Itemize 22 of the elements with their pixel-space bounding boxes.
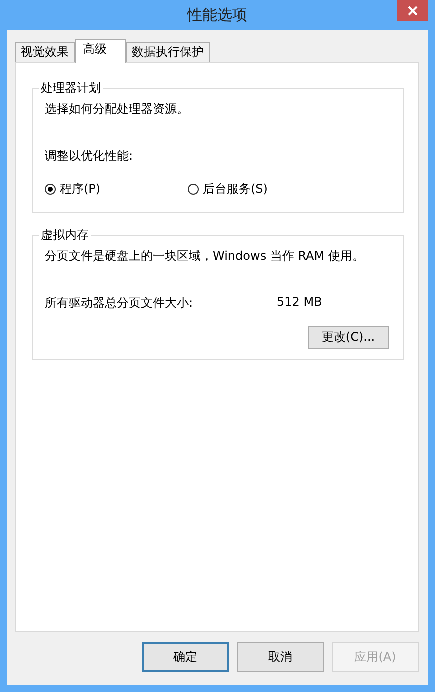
tab[interactable]: 数据执行保护	[126, 42, 210, 62]
tab[interactable]: 高级	[75, 39, 126, 63]
description-text: 选择如何分配处理器资源。	[45, 101, 190, 118]
radio-label: 程序(P)	[60, 181, 101, 198]
change-button[interactable]: 更改(C)...	[308, 326, 389, 349]
window-title: 性能选项	[188, 6, 248, 24]
radio-option[interactable]: 程序(P)	[45, 181, 188, 198]
dialog-button[interactable]: 取消	[237, 642, 324, 672]
group-title: 虚拟内存	[40, 227, 90, 244]
size-label: 所有驱动器总分页文件大小:	[45, 295, 194, 312]
description-text: 分页文件是硬盘上的一块区域，Windows 当作 RAM 使用。	[45, 248, 366, 265]
radio-label: 后台服务(S)	[203, 181, 268, 198]
adjust-label: 调整以优化性能:	[45, 148, 134, 165]
close-button[interactable]	[397, 0, 428, 21]
radio-option[interactable]: 后台服务(S)	[188, 181, 331, 198]
group-title: 处理器计划	[40, 80, 102, 97]
close-icon	[408, 6, 418, 16]
size-value: 512 MB	[277, 295, 322, 311]
tab[interactable]: 视觉效果	[15, 42, 75, 62]
radio-button[interactable]	[45, 184, 56, 195]
radio-button[interactable]	[188, 184, 199, 195]
dialog-button[interactable]: 确定	[142, 642, 229, 672]
